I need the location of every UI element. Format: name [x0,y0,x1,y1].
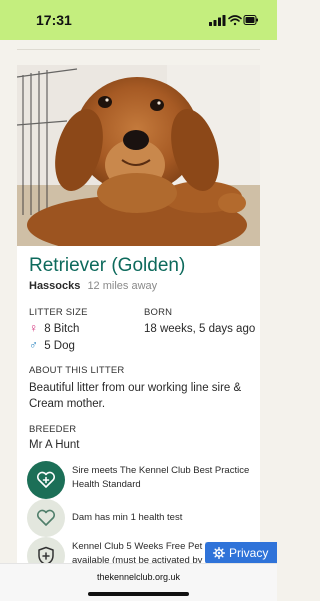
feature-badge [27,499,65,537]
divider [17,49,260,50]
bitch-count: 8 Bitch [44,323,80,335]
wifi-icon [228,15,242,26]
golden-retriever-puppy-photo[interactable] [17,65,260,246]
status-time: 17:31 [36,12,72,28]
battery-icon [243,15,258,25]
feature-sire-health-standard: Sire meets The Kennel Club Best Practice… [27,461,260,499]
litter-card[interactable]: Retriever (Golden) Hassocks 12 miles awa… [17,65,260,570]
url-text[interactable]: thekennelclub.org.uk [0,572,277,582]
bitch-count-row: ♀ 8 Bitch [29,321,79,335]
distance: 12 miles away [87,280,158,292]
breed-title[interactable]: Retriever (Golden) [29,255,185,277]
female-symbol-icon: ♀ [29,321,38,335]
browser-address-bar[interactable]: thekennelclub.org.uk [0,563,277,601]
about-text: Beautiful litter from our working line s… [29,382,242,410]
status-bar: 17:31 [0,0,277,40]
location-line: Hassocks 12 miles away [29,280,157,292]
male-symbol-icon: ♂ [29,338,38,352]
born-label: BORN [144,307,173,318]
feature-dam-health-test: Dam has min 1 health test [27,499,260,537]
feature-badge [27,461,65,499]
feature-text: Sire meets The Kennel Club Best Practice… [72,465,250,490]
cellular-signal-icon [209,15,226,26]
breeder-label: BREEDER [29,424,77,435]
location-name: Hassocks [29,280,81,292]
gear-icon [213,547,225,559]
home-indicator[interactable] [88,592,189,596]
privacy-button[interactable]: Privacy [205,542,277,564]
dog-count-row: ♂ 5 Dog [29,338,75,352]
feature-text: Dam has min 1 health test [72,512,183,523]
litter-size-label: LITTER SIZE [29,307,88,318]
born-value: 18 weeks, 5 days ago [144,323,256,335]
heart-plus-icon [36,471,56,488]
privacy-label: Privacy [229,546,269,560]
breeder-name[interactable]: Mr A Hunt [29,437,80,453]
heart-icon [36,509,56,526]
about-label: ABOUT THIS LITTER [29,365,125,376]
dog-count: 5 Dog [44,340,75,352]
status-icons [209,14,259,26]
